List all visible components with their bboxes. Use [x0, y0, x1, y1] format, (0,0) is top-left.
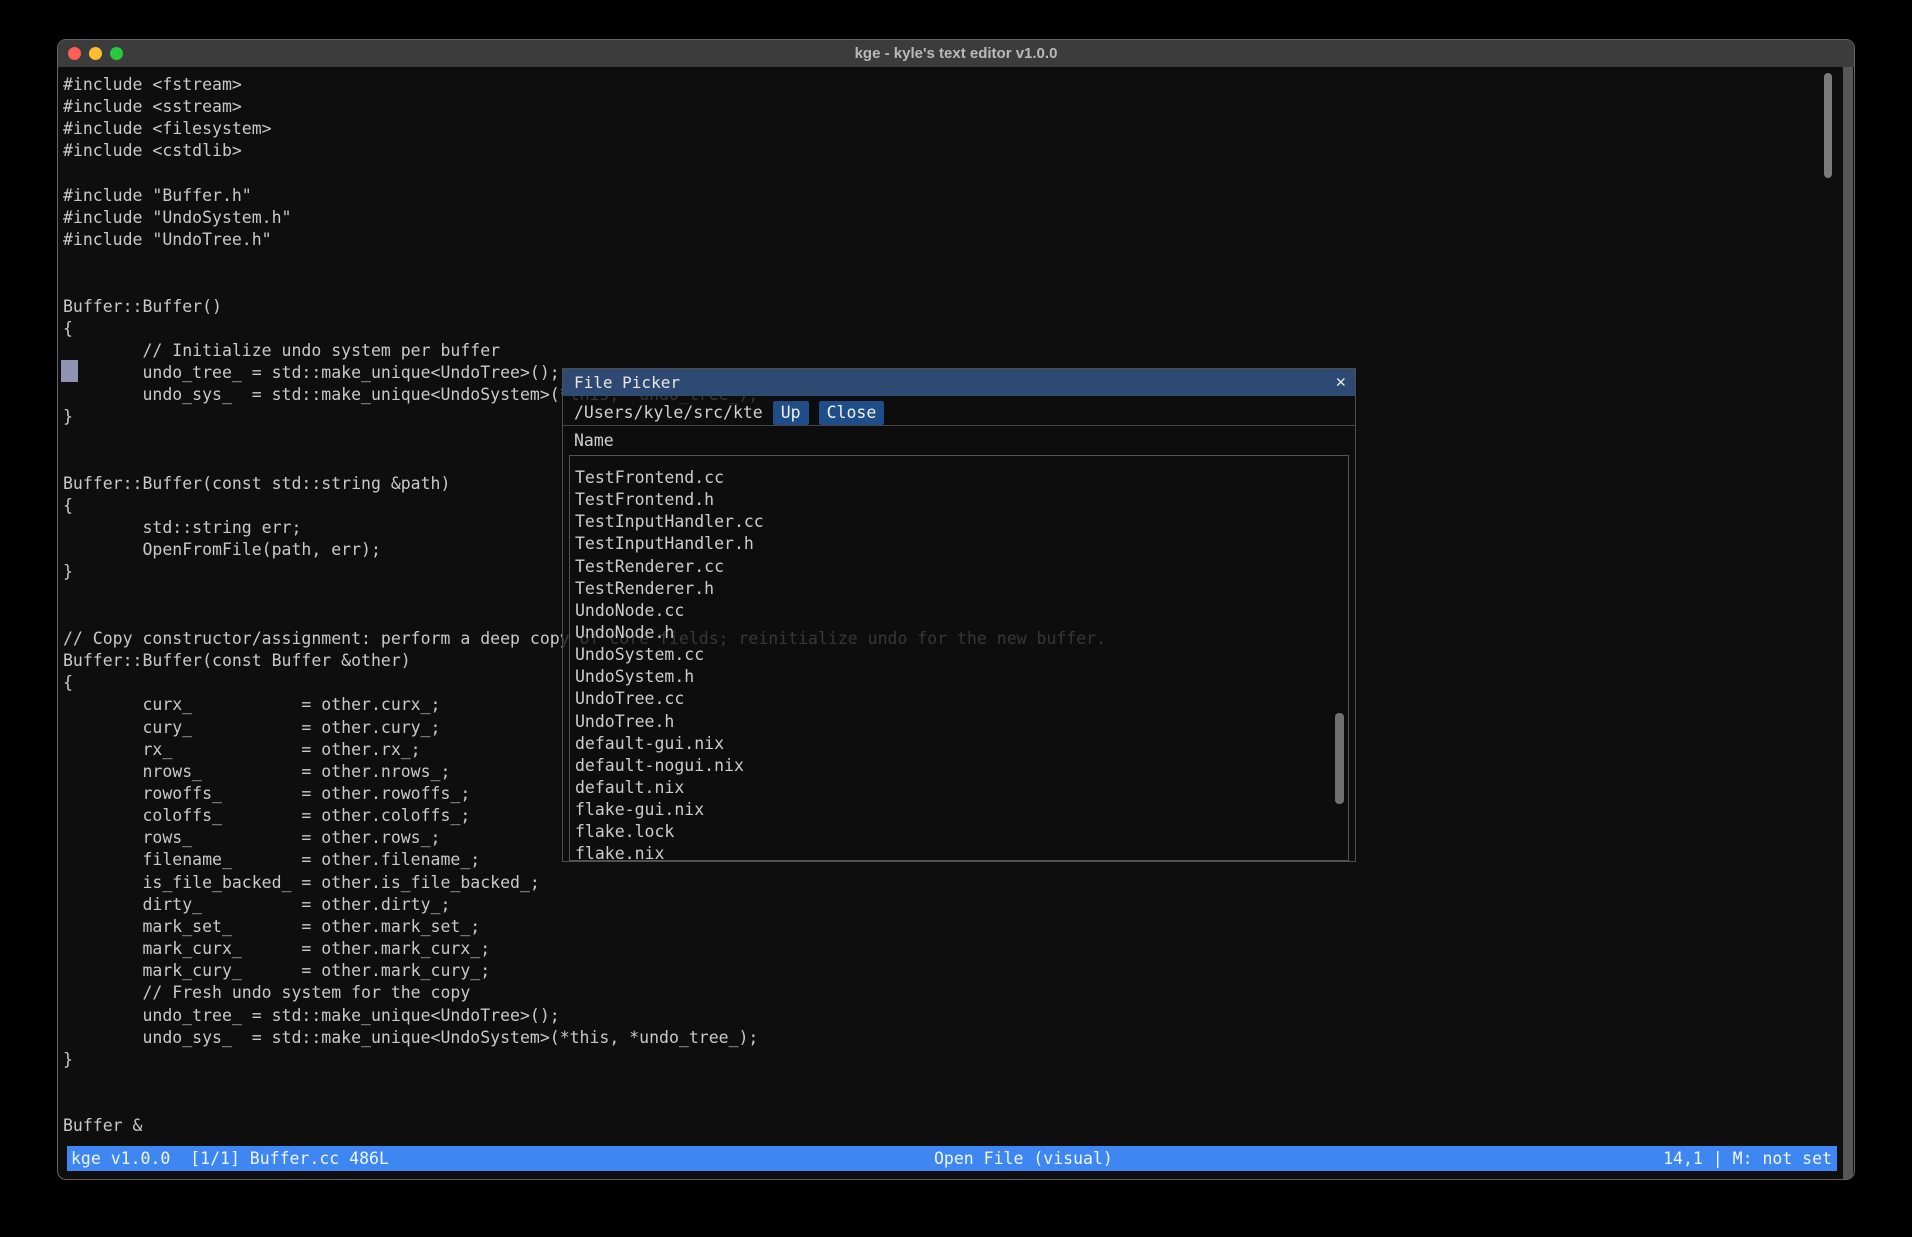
file-list-item[interactable]: TestRenderer.cc — [575, 556, 1348, 578]
file-picker-titlebar[interactable]: File Picker ✕ — [563, 369, 1355, 396]
file-list-item[interactable]: TestFrontend.cc — [575, 467, 1348, 489]
file-list-item[interactable]: default-nogui.nix — [575, 755, 1348, 777]
file-list-item[interactable]: TestInputHandler.cc — [575, 511, 1348, 533]
file-list-item[interactable]: TestFrontend.h — [575, 489, 1348, 511]
traffic-lights — [58, 47, 123, 60]
up-button[interactable]: Up — [773, 401, 809, 425]
file-list-item[interactable]: default.nix — [575, 777, 1348, 799]
close-button[interactable]: Close — [819, 401, 885, 425]
window-titlebar: kge - kyle's text editor v1.0.0 — [58, 40, 1854, 67]
file-list-item[interactable]: UndoSystem.cc — [575, 644, 1348, 666]
file-list: TestFrontend.ccTestFrontend.hTestInputHa… — [569, 455, 1349, 861]
status-cursor-position: 14,1 | M: not set — [1663, 1146, 1832, 1171]
file-list-item[interactable]: UndoSystem.h — [575, 666, 1348, 688]
zoom-window-button[interactable] — [110, 47, 123, 60]
name-column-header: Name — [574, 430, 614, 452]
status-bar: kge v1.0.0 [1/1] Buffer.cc 486L Open Fil… — [67, 1146, 1837, 1171]
file-list-item[interactable]: UndoTree.h — [575, 711, 1348, 733]
file-picker-dialog: File Picker ✕ /Users/kyle/src/kte Up Close… — [562, 368, 1356, 862]
file-list-item[interactable]: TestRenderer.h — [575, 578, 1348, 600]
file-picker-title: File Picker — [563, 373, 680, 392]
status-mode: Open File (visual) — [934, 1146, 1113, 1171]
file-list-scrollbar-thumb[interactable] — [1335, 713, 1344, 804]
file-list-item[interactable]: UndoTree.cc — [575, 688, 1348, 710]
minimize-window-button[interactable] — [89, 47, 102, 60]
file-list-item[interactable]: flake-gui.nix — [575, 799, 1348, 821]
status-version-file: kge v1.0.0 [1/1] Buffer.cc 486L — [71, 1146, 389, 1171]
file-picker-body: /Users/kyle/src/kte Up Close Name TestFron… — [563, 396, 1355, 861]
editor-scrollbar-thumb[interactable] — [1824, 73, 1832, 178]
path-row: /Users/kyle/src/kte Up Close — [574, 400, 884, 426]
text-cursor — [61, 360, 78, 382]
current-path: /Users/kyle/src/kte — [574, 403, 763, 422]
file-list-item[interactable]: TestInputHandler.h — [575, 533, 1348, 555]
file-list-item[interactable]: UndoNode.cc — [575, 600, 1348, 622]
divider — [563, 425, 1355, 426]
scrollbar-track[interactable] — [1843, 67, 1853, 1179]
file-list-item[interactable]: flake.lock — [575, 821, 1348, 843]
window-title: kge - kyle's text editor v1.0.0 — [58, 45, 1854, 62]
file-list-item[interactable]: UndoNode.h — [575, 622, 1348, 644]
close-icon[interactable]: ✕ — [1336, 369, 1346, 396]
file-list-item[interactable]: default-gui.nix — [575, 733, 1348, 755]
file-list-item[interactable]: flake.nix — [575, 843, 1348, 861]
close-window-button[interactable] — [68, 47, 81, 60]
